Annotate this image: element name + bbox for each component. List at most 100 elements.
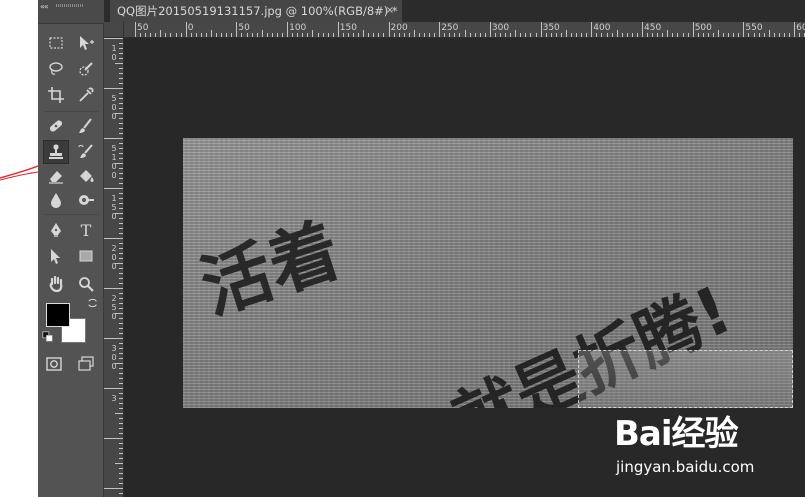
spot-healing-brush-tool-icon[interactable] <box>43 114 69 138</box>
ruler-tick <box>104 138 123 139</box>
ruler-tick <box>104 338 123 339</box>
ruler-tick <box>104 88 123 89</box>
ruler-minor-tick <box>505 33 507 37</box>
screen-mode-icon[interactable] <box>73 352 99 376</box>
ruler-minor-tick <box>180 33 182 37</box>
ruler-tick <box>119 208 123 209</box>
ruler-top-label: 400 <box>593 23 611 33</box>
ruler-minor-tick <box>211 30 213 37</box>
ruler-major-tick <box>794 22 796 37</box>
ruler-major-tick <box>591 22 593 37</box>
ruler-major-tick <box>489 22 491 37</box>
ruler-minor-tick <box>601 33 603 37</box>
rectangle-tool-icon[interactable] <box>73 244 99 268</box>
collapse-icon[interactable]: «« <box>40 2 49 11</box>
ruler-minor-tick <box>687 33 689 37</box>
ruler-minor-tick <box>464 30 466 37</box>
ruler-minor-tick <box>251 33 253 37</box>
quick-selection-tool-icon[interactable] <box>73 57 99 81</box>
ruler-minor-tick <box>672 33 674 37</box>
swap-colors-icon[interactable] <box>86 296 100 310</box>
type-tool-icon[interactable]: T <box>73 218 99 242</box>
watermark-logo: Bai经验 <box>614 414 739 454</box>
close-tab-icon[interactable]: × <box>386 0 394 22</box>
watermark-url: jingyan.baidu.com <box>616 458 755 476</box>
ruler-minor-tick <box>449 33 451 37</box>
document-tab-title: QQ图片20150519131157.jpg @ 100%(RGB/8#) * <box>117 4 398 18</box>
ruler-minor-tick <box>205 33 207 37</box>
ruler-minor-tick <box>626 33 628 37</box>
ruler-tick <box>119 183 123 184</box>
move-tool-icon[interactable] <box>73 31 99 55</box>
ruler-tick <box>119 248 123 249</box>
ruler-minor-tick <box>408 33 410 37</box>
horizontal-ruler[interactable]: 50050100150200250300350400450500550600 <box>124 22 805 38</box>
ruler-tick <box>119 118 123 119</box>
ruler-origin[interactable] <box>104 22 124 38</box>
ruler-left-label: 5 <box>111 144 117 153</box>
ruler-left-label: 2 <box>111 244 117 253</box>
vertical-ruler[interactable]: 1050051001502002503003 <box>104 38 124 497</box>
panel-grip[interactable] <box>56 4 84 7</box>
blur-tool-icon[interactable] <box>43 188 69 212</box>
ruler-tick <box>119 68 123 69</box>
ruler-tick <box>119 273 123 274</box>
eyedropper-tool-icon[interactable] <box>73 83 99 107</box>
ruler-tick <box>115 263 123 264</box>
quick-mask-icon[interactable] <box>41 352 67 376</box>
ruler-tick <box>119 48 123 49</box>
ruler-tick <box>119 453 123 454</box>
ruler-minor-tick <box>231 33 233 37</box>
eraser-tool-icon[interactable] <box>43 164 69 188</box>
ruler-tick <box>119 143 123 144</box>
paint-bucket-tool-icon[interactable] <box>73 164 99 188</box>
dodge-tool-icon[interactable] <box>73 188 99 212</box>
pen-tool-icon[interactable] <box>43 218 69 242</box>
ruler-minor-tick <box>758 33 760 37</box>
ruler-tick <box>119 158 123 159</box>
ruler-minor-tick <box>636 33 638 37</box>
ruler-top-label: 100 <box>289 23 307 33</box>
ruler-minor-tick <box>145 33 147 37</box>
red-arrow-annotation <box>0 165 39 181</box>
ruler-minor-tick <box>748 33 750 37</box>
zoom-tool-icon[interactable] <box>73 272 99 296</box>
document-tab[interactable]: QQ图片20150519131157.jpg @ 100%(RGB/8#) * … <box>110 0 403 22</box>
ruler-left-label: 2 <box>111 294 117 303</box>
rectangular-marquee-tool-icon[interactable] <box>43 31 69 55</box>
ruler-minor-tick <box>454 33 456 37</box>
brush-tool-icon[interactable] <box>73 114 99 138</box>
ruler-tick <box>119 343 123 344</box>
clone-stamp-tool-icon[interactable] <box>43 140 69 164</box>
foreground-color-swatch[interactable] <box>46 303 70 327</box>
marching-ants-selection <box>578 350 793 408</box>
ruler-left-label: 1 <box>111 44 117 53</box>
ruler-minor-tick <box>160 30 162 37</box>
lasso-tool-icon[interactable] <box>43 57 69 81</box>
ruler-tick <box>119 128 123 129</box>
ruler-minor-tick <box>241 33 243 37</box>
ruler-tick <box>119 173 123 174</box>
ruler-tick <box>119 418 123 419</box>
ruler-minor-tick <box>383 33 385 37</box>
ruler-tick <box>119 443 123 444</box>
ruler-tick <box>119 483 123 484</box>
hand-tool-icon[interactable] <box>43 272 69 296</box>
ruler-left-label: 0 <box>111 171 117 180</box>
crop-tool-icon[interactable] <box>43 83 69 107</box>
ruler-tick <box>119 433 123 434</box>
ruler-tick <box>115 413 123 414</box>
document-image[interactable]: 活着 就是折腾! <box>183 138 793 408</box>
ruler-minor-tick <box>565 30 567 37</box>
tools-panel-header: «« <box>38 0 104 24</box>
ruler-left-label: 0 <box>111 53 117 62</box>
ruler-major-tick <box>185 22 187 37</box>
history-brush-tool-icon[interactable] <box>73 140 99 164</box>
ruler-tick <box>119 258 123 259</box>
path-selection-tool-icon[interactable] <box>43 244 69 268</box>
default-colors-icon[interactable] <box>41 330 55 344</box>
ruler-minor-tick <box>195 33 197 37</box>
ruler-left-label: 0 <box>111 103 117 112</box>
ruler-minor-tick <box>403 33 405 37</box>
ruler-tick <box>119 233 123 234</box>
